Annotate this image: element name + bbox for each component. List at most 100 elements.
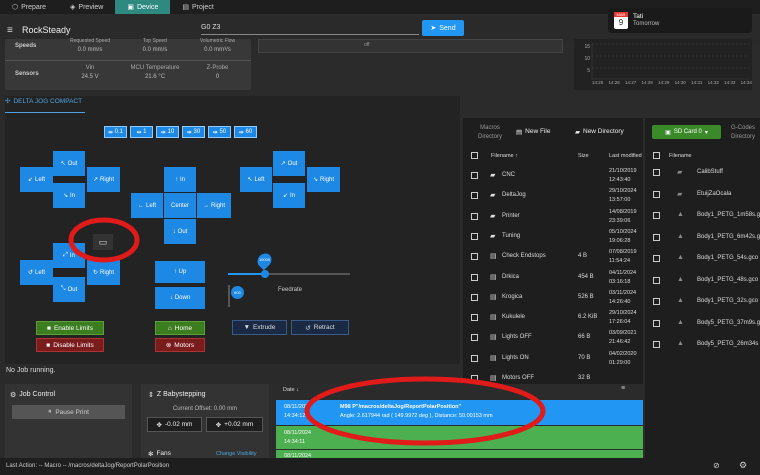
sd-file-row[interactable]: ▰ CalibStuff — [645, 164, 760, 184]
step-30-button[interactable]: ⇹ 30 — [182, 126, 205, 138]
jog-rotate-right-button[interactable]: ↻ Right — [87, 260, 120, 285]
jog-left-button-center[interactable]: ← Left — [131, 193, 163, 218]
row-checkbox[interactable] — [653, 276, 660, 284]
file-row[interactable]: ▤ Check Endstops 4 B 07/08/2019 11:54:24 — [463, 248, 643, 268]
sd-file-row[interactable]: ▰ EtuijZaOcala — [645, 186, 760, 206]
jog-center-button[interactable]: Center — [164, 193, 196, 218]
row-checkbox[interactable] — [471, 273, 478, 281]
step-50-button[interactable]: ⇹ 50 — [208, 126, 231, 138]
row-checkbox[interactable] — [471, 354, 478, 362]
feedrate-slider-thumb[interactable] — [261, 270, 269, 278]
row-checkbox[interactable] — [471, 314, 478, 322]
gcode-input[interactable]: G0 Z3 — [201, 21, 419, 35]
jog-right-button-center[interactable]: → Right — [197, 193, 231, 218]
jog-left-button-right[interactable]: ↖ Left — [240, 167, 272, 192]
z-up-button[interactable]: ↑ Up — [155, 261, 205, 283]
select-all-checkbox[interactable] — [471, 152, 478, 159]
filename-header[interactable]: Filename ↑ — [491, 153, 518, 159]
row-checkbox[interactable] — [471, 172, 478, 179]
row-checkbox[interactable] — [653, 169, 660, 176]
file-row[interactable]: ▰ Tuning 05/10/2024 19:06:28 — [463, 228, 643, 248]
row-checkbox[interactable] — [653, 212, 660, 219]
step-10-button[interactable]: ⇹ 10 — [156, 126, 179, 138]
gcodes-directory-tab[interactable]: G-Codes Directory — [731, 124, 755, 142]
row-checkbox[interactable] — [471, 375, 478, 382]
tab-preview[interactable]: ◈ Preview — [58, 0, 115, 14]
jog-rotate-out-button[interactable]: ⤡ Out — [53, 277, 85, 302]
sd-select-all-checkbox[interactable] — [653, 152, 660, 159]
sd-file-row[interactable]: ▲ Body1_PETG_1m58s.g — [645, 207, 760, 227]
sd-file-row[interactable]: ▲ Body1_PETG_32s.gco — [645, 293, 760, 313]
sd-file-row[interactable]: ▲ Body5_PETG_26m34s — [645, 336, 760, 356]
file-row[interactable]: ▰ DeltaJog 29/10/2024 13:57:00 — [463, 187, 643, 207]
jog-in-button-left[interactable]: ↘ In — [53, 183, 85, 208]
console-clear-icon[interactable]: ≡ — [621, 385, 625, 392]
row-checkbox[interactable] — [653, 190, 660, 198]
tab-project[interactable]: ▤ Project — [170, 0, 225, 14]
file-row[interactable]: ▰ Printer 14/08/2019 23:39:06 — [463, 208, 643, 228]
sd-file-row[interactable]: ▲ Body5_PETG_37m9s.g — [645, 315, 760, 335]
menu-icon[interactable]: ≡ — [7, 25, 13, 36]
retract-button[interactable]: ↺ Retract — [291, 320, 349, 335]
sd-file-row[interactable]: ▲ Body1_PETG_6m42s.g — [645, 229, 760, 249]
last-modified-header[interactable]: Last modified — [609, 153, 642, 159]
row-checkbox[interactable] — [471, 212, 478, 220]
jog-out-button-left[interactable]: ↖ Out — [53, 151, 85, 176]
sd-file-row[interactable]: ▲ Body1_PETG_48s.gco — [645, 272, 760, 292]
file-row[interactable]: ▤ Drkica 454 B 04/11/2024 03:16:18 — [463, 269, 643, 289]
sd-card-selector[interactable]: ▣ SD Card 0 ▾ — [652, 125, 721, 139]
babystep-minus-button[interactable]: ✥ -0.02 mm — [147, 417, 202, 432]
jog-in-button-right[interactable]: ↙ In — [273, 183, 305, 208]
new-directory-button[interactable]: ▰ New Directory — [575, 128, 624, 136]
jog-in-button-center[interactable]: ↑ In — [164, 167, 196, 192]
row-checkbox[interactable] — [653, 341, 660, 348]
home-button[interactable]: ⌂ Home — [155, 321, 205, 335]
z-down-button[interactable]: ↓ Down — [155, 287, 205, 309]
macros-directory-tab[interactable]: Macros Directory — [478, 124, 502, 142]
jog-out-button-right[interactable]: ↗ Out — [273, 151, 305, 176]
comment-icon[interactable]: ▭ — [93, 234, 113, 250]
row-checkbox[interactable] — [471, 253, 478, 261]
motors-button[interactable]: ⊗ Motors — [155, 338, 205, 352]
sd-file-row[interactable]: ▲ Body1_PETG_54s.gco — [645, 250, 760, 270]
step-0.1-button[interactable]: ⇹ 0.1 — [104, 126, 127, 138]
jog-rotate-in-button[interactable]: ⤢ In — [53, 243, 85, 268]
step-1-button[interactable]: ⇹ 1 — [130, 126, 153, 138]
babystep-plus-button[interactable]: ✥ +0.02 mm — [206, 417, 263, 432]
new-file-button[interactable]: ▤ New File — [516, 128, 550, 136]
calendar-notification[interactable]: MAR 9 Tati Tomorrow — [608, 8, 752, 33]
extrude-slider-track[interactable] — [228, 285, 230, 307]
jog-right-button-left[interactable]: ↗ Right — [87, 167, 120, 192]
tab-device[interactable]: ▣ Device — [115, 0, 171, 14]
row-checkbox[interactable] — [471, 192, 478, 200]
pause-print-button[interactable]: ⏸ Pause Print — [12, 405, 125, 419]
settings-icon[interactable]: ⚙ — [739, 460, 747, 471]
delta-jog-title[interactable]: ✣ DELTA JOG COMPACT — [5, 97, 82, 106]
extrude-button[interactable]: ▼ Extrude — [232, 320, 287, 335]
row-checkbox[interactable] — [653, 319, 660, 327]
file-row[interactable]: ▤ Lights ON 70 B 04/02/2020 01:29:00 — [463, 350, 643, 370]
enable-limits-button[interactable]: ■ Enable Limits — [36, 321, 104, 335]
console-date-header[interactable]: Date ↓ — [283, 387, 299, 393]
file-row[interactable]: ▤ Krogica 526 B 03/11/2024 14:26:40 — [463, 289, 643, 309]
extrude-amount-thumb[interactable]: 600 — [231, 286, 244, 299]
disable-limits-button[interactable]: ■ Disable Limits — [36, 338, 104, 352]
row-checkbox[interactable] — [653, 298, 660, 305]
jog-right-button-right[interactable]: ↘ Right — [307, 167, 340, 192]
tab-prepare[interactable]: ⬡ Prepare — [0, 0, 58, 14]
row-checkbox[interactable] — [653, 255, 660, 262]
file-row[interactable]: ▤ Kukulele 6.2 KiB 29/10/2024 17:26:04 — [463, 309, 643, 329]
row-checkbox[interactable] — [653, 233, 660, 241]
file-row[interactable]: ▰ CNC 21/10/2019 12:43:40 — [463, 167, 643, 187]
size-header[interactable]: Size — [578, 153, 589, 159]
row-checkbox[interactable] — [471, 334, 478, 342]
change-visibility-link[interactable]: Change Visibility — [216, 451, 257, 457]
file-row[interactable]: ▤ Lights OFF 66 B 03/09/2021 21:46:42 — [463, 329, 643, 349]
send-button[interactable]: ➤ Send — [422, 20, 464, 36]
row-checkbox[interactable] — [471, 232, 478, 240]
step-60-button[interactable]: ⇹ 60 — [234, 126, 257, 138]
jog-out-button-center[interactable]: ↓ Out — [164, 219, 196, 244]
sd-filename-header[interactable]: Filename — [669, 153, 692, 159]
jog-left-button-left[interactable]: ↙ Left — [20, 167, 53, 192]
visibility-off-icon[interactable]: ⊘ — [713, 461, 720, 470]
